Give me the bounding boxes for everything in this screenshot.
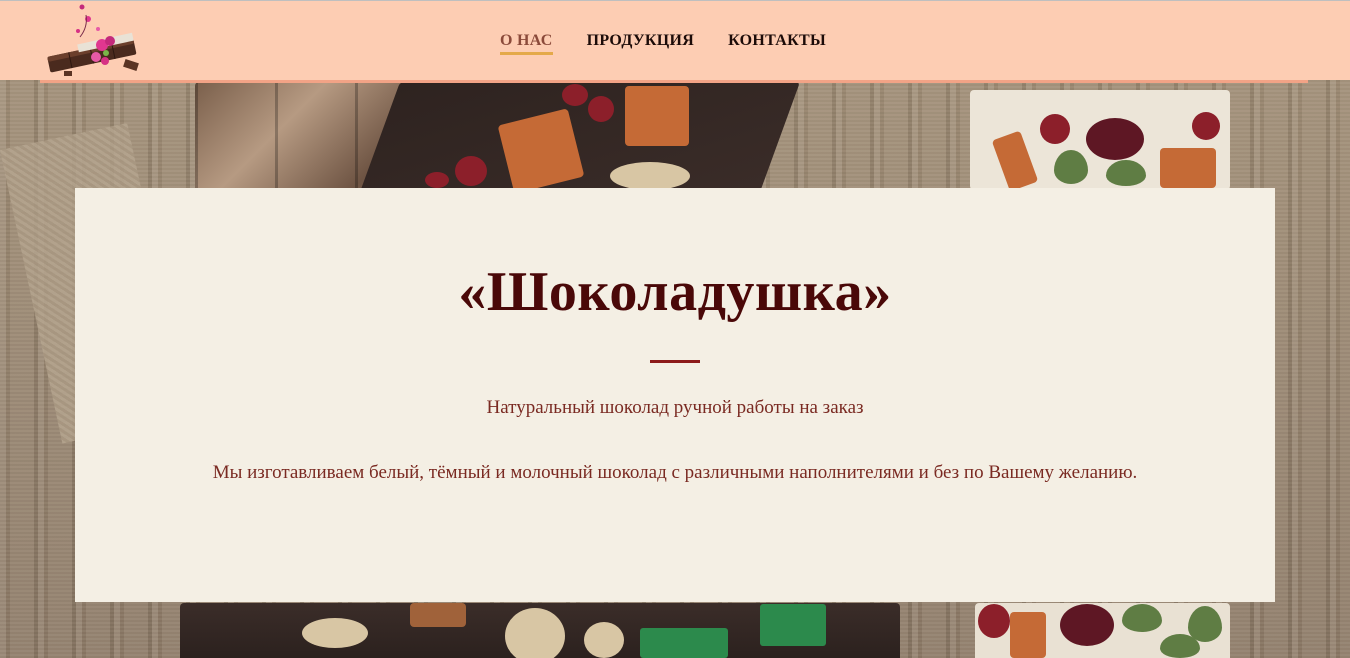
background-nut (584, 622, 624, 658)
hero-description: Мы изготавливаем белый, тёмный и молочны… (212, 462, 1138, 483)
hero-subtitle: Натуральный шоколад ручной работы на зак… (486, 397, 864, 418)
background-nut (302, 618, 368, 648)
nav-item-about[interactable]: О НАС (499, 32, 553, 55)
background-berry (1060, 604, 1114, 646)
background-berry (562, 84, 588, 106)
background-apricot (625, 86, 689, 146)
background-candy (640, 628, 728, 658)
nav-item-contacts[interactable]: КОНТАКТЫ (728, 32, 826, 55)
background-berry (1192, 112, 1220, 140)
background-apricot (1010, 612, 1046, 658)
background-seed (1054, 150, 1088, 184)
background-berry (588, 96, 614, 122)
hero-card: «Шоколадушка» Натуральный шоколад ручной… (75, 188, 1275, 602)
background-nut (610, 162, 690, 190)
background-seed (1122, 604, 1162, 632)
background-berry (455, 156, 487, 186)
hero-divider (650, 360, 700, 363)
background-almond (410, 603, 466, 627)
background-seed (1160, 634, 1200, 658)
background-berry (1040, 114, 1070, 144)
main-nav: О НАС ПРОДУКЦИЯ КОНТАКТЫ (0, 32, 1350, 55)
hero-title: «Шоколадушка» (458, 261, 892, 323)
background-seed (1106, 160, 1146, 186)
background-candy (760, 604, 826, 646)
background-apricot (1160, 148, 1216, 188)
page: О НАС ПРОДУКЦИЯ КОНТАКТЫ «Шоколадушка» Н… (0, 0, 1350, 658)
background-berry (1086, 118, 1144, 160)
header-divider-line (40, 80, 1308, 83)
background-berry (425, 172, 449, 188)
background-nut (505, 608, 565, 658)
site-header: О НАС ПРОДУКЦИЯ КОНТАКТЫ (0, 0, 1350, 80)
background-berry (978, 604, 1010, 638)
nav-item-products[interactable]: ПРОДУКЦИЯ (587, 32, 694, 55)
